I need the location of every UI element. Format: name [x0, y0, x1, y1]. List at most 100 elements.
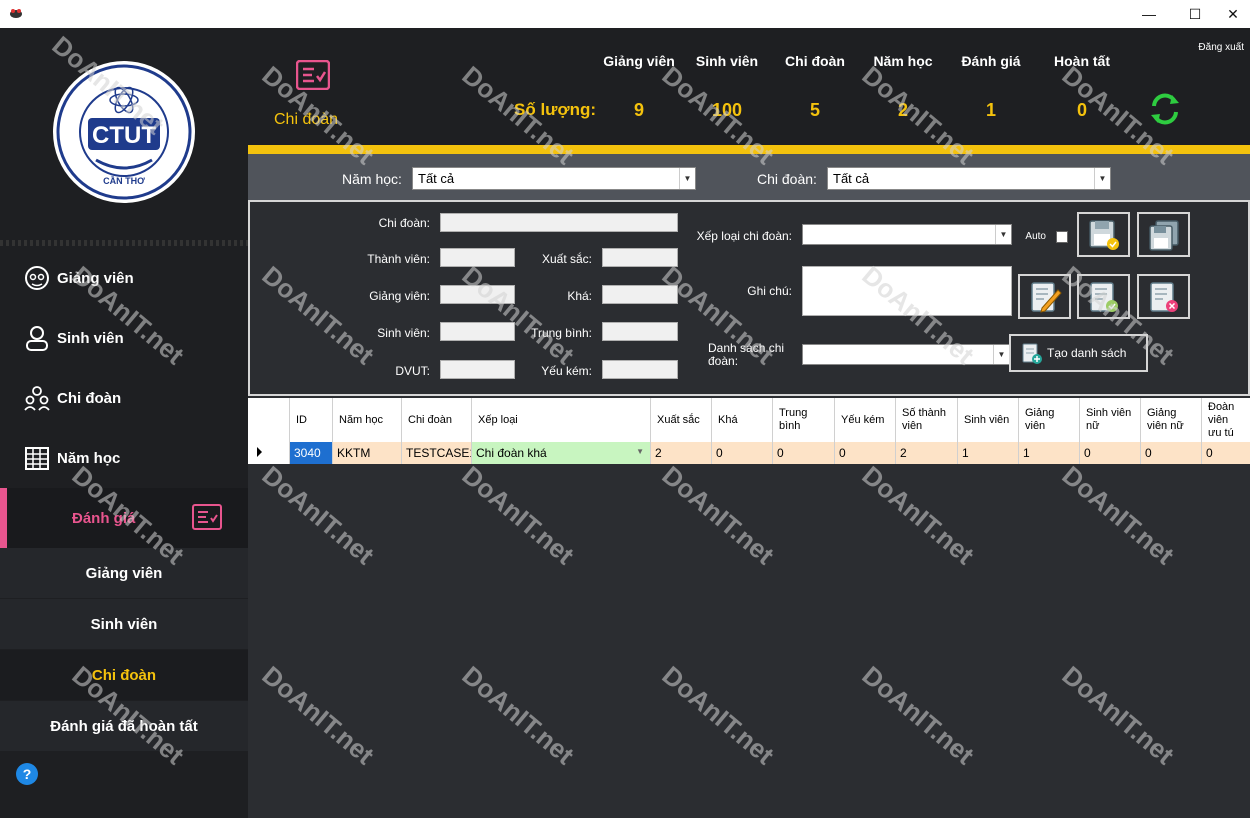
table-cell[interactable]: 0 [712, 442, 773, 464]
delete-button[interactable] [1137, 274, 1190, 319]
sinh-vien-field[interactable] [440, 322, 515, 341]
stat-label-danh-gia: Đánh giá [961, 53, 1021, 69]
stat-label-sinh-vien: Sinh viên [695, 53, 759, 69]
column-header[interactable]: Trung bình [773, 398, 835, 442]
logo-ring-bottom: CẦN THƠ [103, 176, 145, 186]
column-header[interactable]: Giảng viên [1019, 398, 1080, 442]
xuat-sac-field[interactable] [602, 248, 678, 267]
stat-value-danh-gia: 1 [985, 100, 996, 120]
ghi-chu-textarea[interactable] [802, 266, 1012, 316]
table-cell[interactable]: KKTM [333, 442, 402, 464]
chevron-down-icon: ▼ [995, 225, 1011, 244]
stat-value-nam-hoc: 2 [897, 100, 908, 120]
dvut-label: DVUT: [395, 364, 430, 378]
stat-label-giang-vien: Giảng viên [603, 53, 675, 69]
dvut-field[interactable] [440, 360, 515, 379]
table-row[interactable]: 3040 KKTM TESTCASE1 Chi đoàn khá ▼ 2 0 0… [248, 442, 1250, 464]
sub-item-sinh-vien[interactable]: Sinh viên [0, 599, 248, 649]
yeu-kem-field[interactable] [602, 360, 678, 379]
trung-binh-field[interactable] [602, 322, 678, 341]
tao-danh-sach-button[interactable]: Tạo danh sách [1009, 334, 1148, 372]
table-cell[interactable]: 1 [1019, 442, 1080, 464]
stat-value-chi-doan: 5 [809, 100, 820, 120]
row-selector[interactable] [248, 442, 290, 464]
sub-item-danh-gia-hoan-tat[interactable]: Đánh giá đã hoàn tất [0, 701, 248, 751]
table-cell[interactable]: 0 [1080, 442, 1141, 464]
column-header[interactable]: Sinh viên [958, 398, 1019, 442]
column-header[interactable]: ID [290, 398, 333, 442]
sub-item-giang-vien[interactable]: Giảng viên [0, 548, 248, 598]
edit-document-icon [1030, 281, 1062, 313]
save-all-button[interactable] [1137, 212, 1190, 257]
help-icon[interactable]: ? [16, 763, 38, 785]
column-header[interactable]: Khá [712, 398, 773, 442]
logout-link[interactable]: Đăng xuất [1198, 42, 1244, 53]
document-check-icon [1089, 281, 1118, 312]
table-cell[interactable]: 3040 [290, 442, 333, 464]
tao-danh-sach-label: Tạo danh sách [1047, 346, 1127, 360]
sidebar-item-chi-doan[interactable]: Chi đoàn [0, 368, 248, 428]
auto-checkbox[interactable] [1056, 231, 1068, 243]
new-list-icon [1022, 343, 1042, 364]
document-delete-icon [1149, 281, 1178, 312]
column-header[interactable]: Sinh viên nữ [1080, 398, 1141, 442]
thanh-vien-field[interactable] [440, 248, 515, 267]
sidebar-item-label: Đánh giá [72, 509, 136, 527]
minimize-button[interactable]: — [1126, 0, 1172, 28]
sub-item-chi-doan[interactable]: Chi đoàn [0, 650, 248, 700]
sidebar-item-sinh-vien[interactable]: Sinh viên [0, 308, 248, 368]
sidebar-item-nam-hoc[interactable]: Năm học [0, 428, 248, 488]
table-cell[interactable]: 0 [773, 442, 835, 464]
grid-header: ID Năm học Chi đoàn Xếp loại Xuất sắc Kh… [248, 398, 1250, 442]
danh-sach-select[interactable]: ▼ [802, 344, 1010, 365]
approve-button[interactable] [1077, 274, 1130, 319]
sidebar-item-danh-gia[interactable]: Đánh giá [0, 488, 248, 548]
data-grid: ID Năm học Chi đoàn Xếp loại Xuất sắc Kh… [248, 396, 1250, 818]
table-cell[interactable]: TESTCASE1 [402, 442, 472, 464]
danh-sach-label: Danh sách chi đoàn: [708, 341, 785, 368]
chi-doan-filter-select[interactable]: Tất cả ▼ [827, 167, 1111, 190]
group-icon [22, 383, 52, 413]
edit-button[interactable] [1018, 274, 1071, 319]
ghi-chu-label: Ghi chú: [747, 284, 792, 298]
column-header[interactable]: Xuất sắc [651, 398, 712, 442]
stat-value-hoan-tat: 0 [1076, 100, 1087, 120]
sidebar-item-giang-vien[interactable]: Giảng viên [0, 248, 248, 308]
kha-field[interactable] [602, 285, 678, 304]
column-header[interactable]: Đoàn viên ưu tú [1202, 398, 1250, 442]
xep-loai-cell[interactable]: Chi đoàn khá ▼ [472, 442, 651, 464]
table-cell[interactable]: 0 [1202, 442, 1250, 464]
header-divider [248, 145, 1250, 154]
student-icon [22, 323, 52, 353]
nam-hoc-filter-label: Năm học: [342, 171, 402, 187]
column-header[interactable]: Chi đoàn [402, 398, 472, 442]
close-button[interactable]: ✕ [1210, 0, 1250, 28]
save-evaluation-button[interactable] [1077, 212, 1130, 257]
logo-area: CTUT CẦN THƠ [0, 28, 248, 240]
column-header[interactable]: Yếu kém [835, 398, 896, 442]
chevron-down-icon: ▼ [636, 447, 644, 456]
column-header[interactable]: Năm học [333, 398, 402, 442]
giang-vien-field[interactable] [440, 285, 515, 304]
chi-doan-field[interactable] [440, 213, 678, 232]
column-header[interactable]: Số thành viên [896, 398, 958, 442]
app-icon [10, 9, 22, 18]
row-header-corner [248, 398, 290, 442]
nam-hoc-filter-select[interactable]: Tất cả ▼ [412, 167, 696, 190]
table-cell[interactable]: 0 [1141, 442, 1202, 464]
table-cell[interactable]: 2 [896, 442, 958, 464]
save-check-icon [1088, 219, 1119, 250]
sidebar-item-label: Chi đoàn [57, 389, 122, 407]
trung-binh-label: Trung bình: [531, 326, 592, 340]
column-header[interactable]: Giảng viên nữ [1141, 398, 1202, 442]
sidebar-item-label: Sinh viên [57, 329, 124, 347]
xep-loai-select[interactable]: ▼ [802, 224, 1012, 245]
table-cell[interactable]: 0 [835, 442, 896, 464]
table-cell[interactable]: 2 [651, 442, 712, 464]
table-cell[interactable]: 1 [958, 442, 1019, 464]
column-header[interactable]: Xếp loại [472, 398, 651, 442]
calendar-icon [22, 443, 52, 473]
chevron-down-icon: ▼ [993, 345, 1009, 364]
active-indicator [0, 488, 7, 548]
refresh-icon[interactable] [1148, 92, 1182, 126]
